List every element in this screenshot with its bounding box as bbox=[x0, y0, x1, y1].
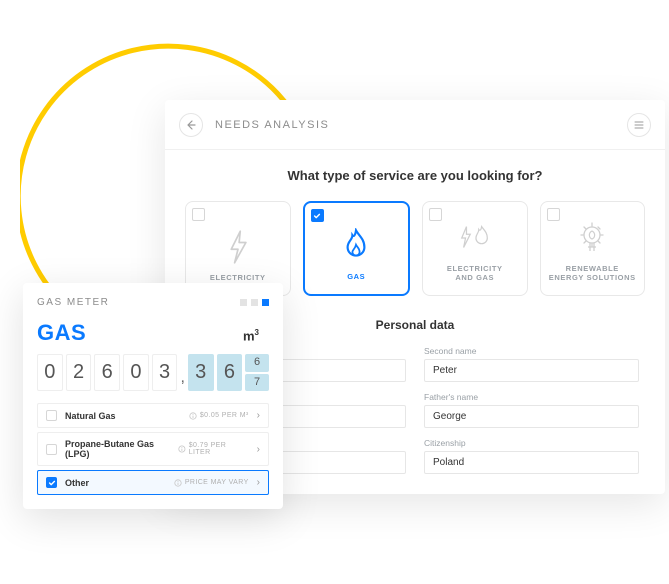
gas-type-name: Other bbox=[65, 478, 89, 488]
chevron-right-icon: › bbox=[257, 477, 260, 488]
info-icon bbox=[178, 445, 186, 453]
info-icon bbox=[189, 412, 197, 420]
chevron-right-icon: › bbox=[257, 410, 260, 421]
digit: 2 bbox=[66, 354, 92, 391]
pager-dots[interactable] bbox=[240, 299, 269, 306]
renewable-icon bbox=[576, 218, 608, 258]
gas-type-name: Natural Gas bbox=[65, 411, 116, 421]
check-icon bbox=[313, 212, 321, 220]
gas-type-lpg[interactable]: Propane-Butane Gas (LPG) $0.79 PER LITER… bbox=[37, 432, 269, 466]
gas-type-natural[interactable]: Natural Gas $0.05 PER M³ › bbox=[37, 403, 269, 428]
gas-type-list: Natural Gas $0.05 PER M³ › Propane-Butan… bbox=[37, 403, 269, 499]
gas-type-price: $0.05 PER M³ bbox=[189, 412, 249, 420]
info-icon bbox=[174, 479, 182, 487]
gas-brand: GAS bbox=[37, 320, 86, 346]
digit: 3 bbox=[152, 354, 178, 391]
digit: 6 bbox=[94, 354, 120, 391]
service-checkbox[interactable] bbox=[547, 208, 560, 221]
needs-analysis-title: NEEDS ANALYSIS bbox=[215, 119, 329, 131]
service-card-gas[interactable]: GAS bbox=[303, 201, 411, 296]
service-options: ELECTRICITY GAS bbox=[185, 201, 645, 296]
gas-type-checkbox[interactable] bbox=[46, 444, 57, 455]
chevron-right-icon: › bbox=[257, 444, 260, 455]
check-icon bbox=[48, 479, 56, 487]
gas-type-checkbox[interactable] bbox=[46, 477, 57, 488]
service-question: What type of service are you looking for… bbox=[185, 168, 645, 183]
field-label-second-name: Second name bbox=[424, 346, 639, 356]
digit-decimal: 3 bbox=[188, 354, 214, 391]
gas-type-price: $0.79 PER LITER bbox=[178, 442, 249, 456]
fathers-name-input[interactable] bbox=[424, 405, 639, 428]
electricity-icon bbox=[224, 227, 252, 267]
gas-type-other[interactable]: Other PRICE MAY VARY › bbox=[37, 470, 269, 495]
citizenship-input[interactable] bbox=[424, 451, 639, 474]
back-button[interactable] bbox=[179, 113, 203, 137]
service-label: ELECTRICITY bbox=[210, 273, 266, 283]
field-label-citizenship: Citizenship bbox=[424, 438, 639, 448]
decimal-separator: , bbox=[180, 369, 184, 391]
hamburger-icon bbox=[634, 120, 644, 130]
gas-unit: m3 bbox=[243, 328, 259, 343]
gas-meter-card: GAS METER GAS m3 0 2 6 0 3 , 3 6 6 7 Nat… bbox=[23, 283, 283, 509]
service-label: RENEWABLE ENERGY SOLUTIONS bbox=[549, 264, 636, 284]
field-label-fathers-name: Father's name bbox=[424, 392, 639, 402]
service-card-renewable[interactable]: RENEWABLE ENERGY SOLUTIONS bbox=[540, 201, 646, 296]
gas-type-checkbox[interactable] bbox=[46, 410, 57, 421]
service-checkbox[interactable] bbox=[311, 209, 324, 222]
gas-meter-header: GAS METER bbox=[37, 297, 109, 308]
gas-type-name: Propane-Butane Gas (LPG) bbox=[65, 439, 178, 459]
digit: 0 bbox=[123, 354, 149, 391]
service-checkbox[interactable] bbox=[192, 208, 205, 221]
service-card-electricity-gas[interactable]: ELECTRICITY AND GAS bbox=[422, 201, 528, 296]
second-name-input[interactable] bbox=[424, 359, 639, 382]
digit: 0 bbox=[37, 354, 63, 391]
meter-digits: 0 2 6 0 3 , 3 6 6 7 bbox=[37, 354, 269, 391]
needs-analysis-header: NEEDS ANALYSIS bbox=[165, 100, 665, 150]
gas-icon bbox=[341, 226, 371, 266]
arrow-left-icon bbox=[186, 120, 196, 130]
service-card-electricity[interactable]: ELECTRICITY bbox=[185, 201, 291, 296]
electricity-gas-icon bbox=[457, 218, 493, 258]
digit-decimal-small: 6 bbox=[245, 354, 269, 372]
service-label: ELECTRICITY AND GAS bbox=[447, 264, 503, 284]
menu-button[interactable] bbox=[627, 113, 651, 137]
pager-dot-active[interactable] bbox=[262, 299, 269, 306]
service-checkbox[interactable] bbox=[429, 208, 442, 221]
digit-decimal: 6 bbox=[217, 354, 243, 391]
digit-decimal-small: 7 bbox=[245, 374, 269, 392]
gas-type-price: PRICE MAY VARY bbox=[174, 479, 249, 487]
pager-dot[interactable] bbox=[240, 299, 247, 306]
service-label: GAS bbox=[347, 272, 365, 282]
pager-dot[interactable] bbox=[251, 299, 258, 306]
